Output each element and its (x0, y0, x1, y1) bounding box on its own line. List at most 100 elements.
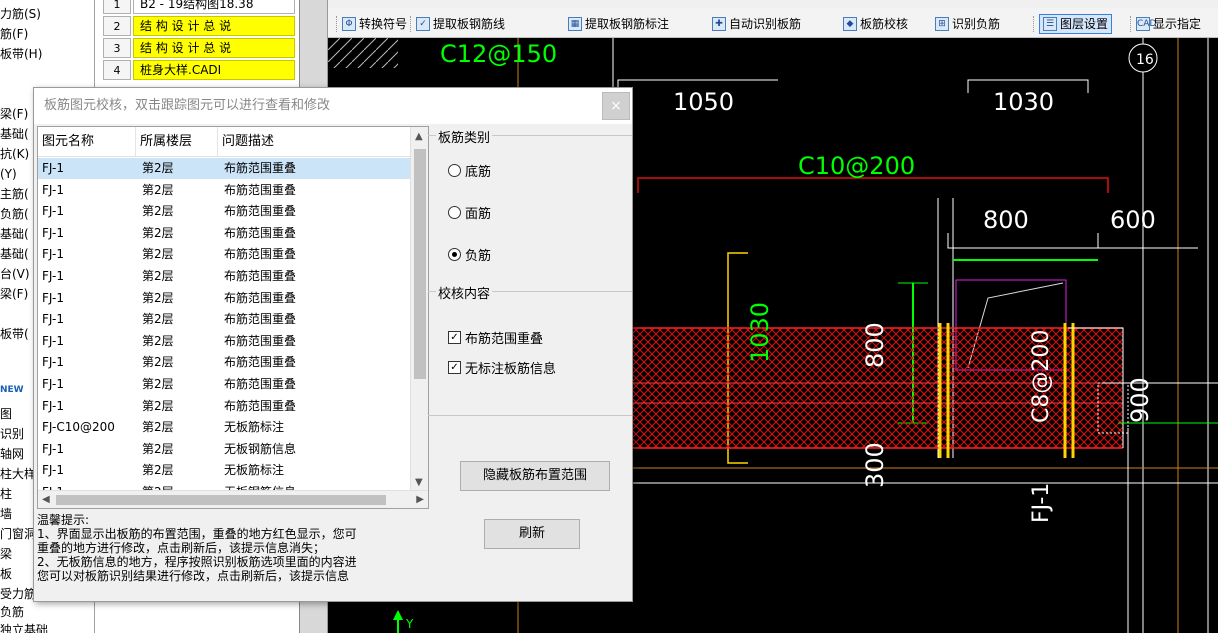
table-row[interactable]: FJ-1 第2层 布筋范围重叠 (38, 352, 410, 373)
table-row[interactable]: FJ-1 第2层 布筋范围重叠 (38, 158, 410, 179)
recognize-negative-rebar-button[interactable]: ⊞ 识别负筋 (935, 14, 1000, 34)
radio-bottom-rebar[interactable]: 底筋 (448, 161, 491, 180)
radio-top-rebar[interactable]: 面筋 (448, 203, 491, 222)
nav-item[interactable]: (Y) (0, 167, 17, 181)
rebar-label-c12: C12@150 (440, 40, 557, 68)
cell-floor: 第2层 (142, 333, 174, 348)
nav-item[interactable]: 图 (0, 407, 12, 421)
radio-negative-rebar[interactable]: 负筋 (448, 245, 491, 264)
nav-item[interactable]: 筋(F) (0, 27, 28, 41)
nav-item[interactable]: 识别 (0, 427, 24, 441)
scroll-up-icon[interactable]: ▲ (415, 131, 423, 142)
layer-settings-button[interactable]: ☰ 图层设置 (1039, 14, 1113, 34)
scroll-down-icon[interactable]: ▼ (415, 477, 423, 488)
table-row[interactable]: FJ-1 第2层 布筋范围重叠 (38, 288, 410, 309)
nav-item[interactable]: 力筋(S) (0, 7, 41, 21)
table-row[interactable]: FJ-1 第2层 布筋范围重叠 (38, 266, 410, 287)
drawing-row[interactable]: 4 桩身大样.CADI (103, 60, 295, 80)
cell-description: 布筋范围重叠 (224, 247, 297, 262)
tips-panel: 温馨提示: 1、界面显示出板筋的布置范围，重叠的地方红色显示，您可 重叠的地方进… (37, 513, 429, 601)
nav-item[interactable]: 基础( (0, 127, 29, 141)
nav-item[interactable]: 板带(H) (0, 47, 42, 61)
new-badge: NEW (0, 385, 24, 395)
table-row[interactable]: FJ-1 第2层 布筋范围重叠 (38, 244, 410, 265)
nav-item[interactable]: 负筋( (0, 207, 29, 221)
checkbox-no-label-info[interactable]: ✓ 无标注板筋信息 (448, 358, 556, 377)
slab-rebar-check-button[interactable]: ◆ 板筋校核 (843, 14, 908, 34)
show-specified-button[interactable]: CAD 显示指定 (1136, 14, 1201, 34)
checkbox-box[interactable]: ✓ (448, 361, 461, 374)
table-row[interactable]: FJ-1 第2层 布筋范围重叠 (38, 223, 410, 244)
drawing-row-name[interactable]: 桩身大样.CADI (133, 60, 295, 80)
nav-item[interactable]: 基础( (0, 247, 29, 261)
scrollbar-thumb[interactable] (414, 149, 426, 379)
drawing-row[interactable]: 3结 构 设 计 总 说 (103, 38, 295, 58)
nav-item[interactable]: 柱 (0, 487, 12, 501)
nav-item[interactable]: 柱大样 (0, 467, 36, 481)
table-row[interactable]: FJ-1 第2层 无板钢筋信息 (38, 439, 410, 460)
nav-item[interactable]: 受力筋 (0, 587, 36, 601)
table-row[interactable]: FJ-1 第2层 布筋范围重叠 (38, 309, 410, 330)
extract-slab-rebar-label-button[interactable]: ▦ 提取板钢筋标注 (568, 14, 669, 34)
nav-item[interactable]: 负筋 (0, 605, 24, 619)
rebar-type-group: 板筋类别 底筋 面筋 负筋 (428, 127, 632, 277)
extract-slab-rebar-line-button[interactable]: ✓ 提取板钢筋线 (416, 14, 505, 34)
convert-symbol-button[interactable]: Φ 转换符号 (342, 14, 407, 34)
vertical-scrollbar[interactable]: ▲ ▼ (410, 127, 428, 490)
radio-circle[interactable] (448, 206, 461, 219)
nav-item[interactable]: 抗(K) (0, 147, 29, 161)
drawing-row-number: 3 (103, 38, 131, 58)
nav-item[interactable]: 墙 (0, 507, 12, 521)
nav-item[interactable]: 梁(F) (0, 287, 28, 301)
checkbox-label: 布筋范围重叠 (465, 332, 544, 347)
scroll-right-icon[interactable]: ▶ (416, 494, 424, 505)
column-header-floor[interactable]: 所属楼层 (136, 127, 218, 157)
table-row[interactable]: FJ-1 第2层 布筋范围重叠 (38, 180, 410, 201)
slab-rebar-check-icon: ◆ (843, 17, 857, 31)
close-icon[interactable]: × (602, 92, 630, 120)
nav-item[interactable]: 门窗洞 (0, 527, 36, 541)
hide-rebar-range-button[interactable]: 隐藏板筋布置范围 (460, 461, 610, 491)
cell-element-name: FJ-1 (42, 333, 64, 348)
nav-item[interactable]: 轴网 (0, 447, 24, 461)
table-row[interactable]: FJ-1 第2层 布筋范围重叠 (38, 396, 410, 417)
column-header-description[interactable]: 问题描述 (218, 127, 410, 157)
toolbar-button-label: 板筋校核 (860, 17, 909, 31)
drawing-row-name[interactable]: 结 构 设 计 总 说 (133, 16, 295, 36)
drawing-row[interactable]: 2结 构 设 计 总 说 (103, 16, 295, 36)
nav-item[interactable]: 板带( (0, 327, 29, 341)
drawing-row-number: 2 (103, 16, 131, 36)
table-row[interactable]: FJ-C10@200 第2层 无板筋标注 (38, 417, 410, 438)
nav-item[interactable]: 板 (0, 567, 12, 581)
nav-item[interactable]: 梁 (0, 547, 12, 561)
scroll-left-icon[interactable]: ◀ (42, 494, 50, 505)
checkbox-range-overlap[interactable]: ✓ 布筋范围重叠 (448, 328, 543, 347)
radio-circle[interactable] (448, 164, 461, 177)
nav-item[interactable]: 台(V) (0, 267, 30, 281)
horizontal-scrollbar[interactable]: ◀ ▶ (38, 490, 428, 508)
tips-line: 1、界面显示出板筋的布置范围，重叠的地方红色显示，您可 (37, 527, 357, 541)
nav-item[interactable]: 基础( (0, 227, 29, 241)
table-row[interactable]: FJ-1 第2层 无板筋标注 (38, 460, 410, 481)
cell-element-name: FJ-1 (42, 398, 64, 413)
table-row[interactable]: FJ-1 第2层 布筋范围重叠 (38, 201, 410, 222)
refresh-button[interactable]: 刷新 (484, 519, 580, 549)
radio-circle[interactable] (448, 248, 461, 261)
cell-element-name: FJ-1 (42, 290, 64, 305)
table-row[interactable]: FJ-1 第2层 布筋范围重叠 (38, 331, 410, 352)
nav-item[interactable]: 独立基础 (0, 623, 48, 633)
auto-recognize-slab-rebar-button[interactable]: ✚ 自动识别板筋 (712, 14, 801, 34)
checkbox-box[interactable]: ✓ (448, 331, 461, 344)
cell-floor: 第2层 (142, 161, 174, 175)
drawing-row[interactable]: 1 B2 - 19结构图18.38 (103, 0, 295, 14)
drawing-row-name[interactable]: B2 - 19结构图18.38 (133, 0, 295, 14)
ucs-axis-arrow (393, 610, 403, 620)
nav-item[interactable]: 主筋( (0, 187, 29, 201)
column-header-name[interactable]: 图元名称 (38, 127, 136, 157)
drawing-row-name[interactable]: 结 构 设 计 总 说 (133, 38, 295, 58)
toolbar-separator (1130, 16, 1131, 32)
scrollbar-thumb[interactable] (56, 495, 386, 505)
nav-item[interactable]: 梁(F) (0, 107, 28, 121)
table-row[interactable]: FJ-1 第2层 布筋范围重叠 (38, 374, 410, 395)
cell-description: 无板筋标注 (224, 463, 285, 478)
